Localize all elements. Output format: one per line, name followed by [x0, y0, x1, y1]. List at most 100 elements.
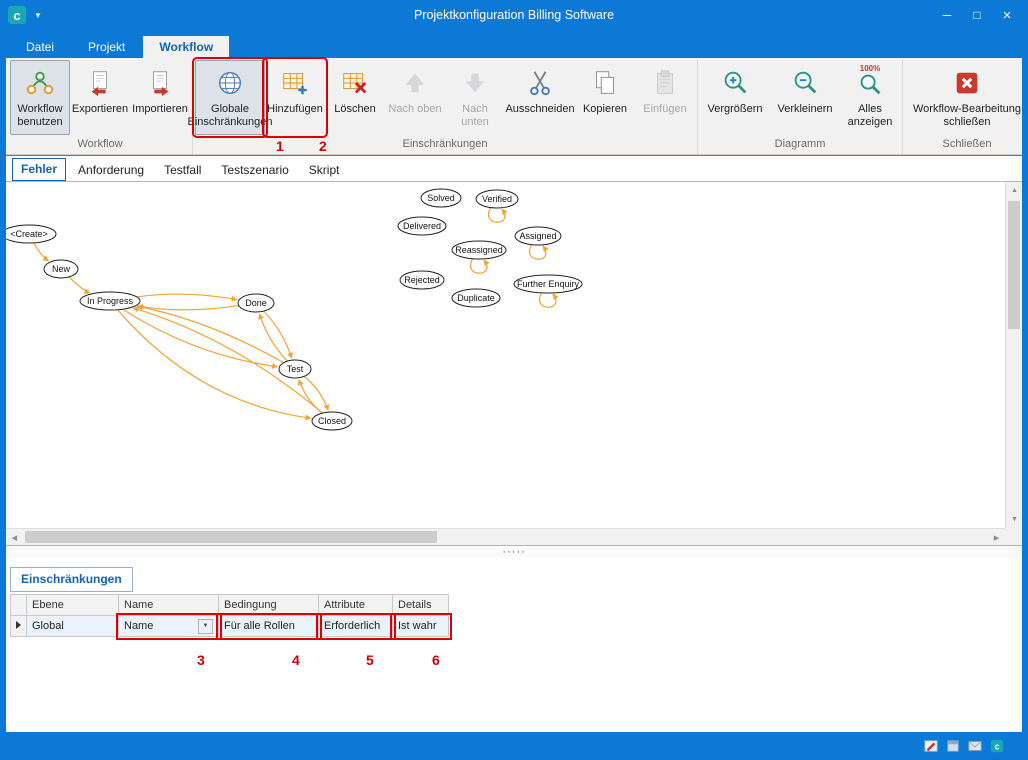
- dropdown-value: Name: [124, 620, 153, 632]
- ribbon-group-label: Einschränkungen: [195, 135, 695, 154]
- diagram-node[interactable]: <Create>: [6, 225, 56, 243]
- button-label: Nach unten: [447, 103, 503, 128]
- zoom-in-button[interactable]: Vergrößern: [700, 60, 770, 135]
- svg-text:Further Enquiry: Further Enquiry: [517, 279, 580, 289]
- chevron-down-icon[interactable]: ▼: [198, 619, 213, 634]
- diagram-node[interactable]: Reassigned: [452, 241, 506, 259]
- splitter-handle[interactable]: ·····: [6, 546, 1022, 558]
- horizontal-scrollbar[interactable]: ◀ ▶: [6, 528, 1005, 545]
- svg-text:Done: Done: [245, 298, 267, 308]
- button-label: Einfügen: [643, 103, 686, 116]
- cell-name-dropdown[interactable]: Name ▼: [119, 616, 219, 637]
- workflow-use-icon: [25, 65, 55, 101]
- diagram-node[interactable]: Verified: [476, 190, 518, 208]
- import-icon: [145, 65, 175, 101]
- workflow-diagram-area: <Create> NewIn Progress Done Test Closed Solv…: [6, 181, 1022, 546]
- button-label: Löschen: [334, 103, 376, 116]
- copy-button[interactable]: Kopieren: [575, 60, 635, 135]
- button-label: Nach oben: [388, 103, 441, 116]
- button-label: Vergrößern: [707, 103, 762, 116]
- diagram-node[interactable]: Solved: [421, 189, 461, 207]
- copy-icon: [590, 65, 620, 101]
- scroll-left-icon[interactable]: ◀: [6, 529, 23, 546]
- svg-text:Duplicate: Duplicate: [457, 293, 495, 303]
- row-selector[interactable]: [11, 616, 27, 637]
- document-tab-strip: Fehler Anforderung Testfall Testszenario…: [6, 155, 1022, 181]
- button-label: Globale Einschränkungen: [188, 103, 273, 128]
- annotation-4: 4: [292, 652, 300, 668]
- maximize-button[interactable]: □: [962, 3, 992, 27]
- ribbon: Workflow benutzen Exportieren Importiere…: [6, 58, 1022, 155]
- diagram-node[interactable]: Further Enquiry: [514, 275, 582, 293]
- diagram-node[interactable]: Done: [238, 294, 274, 312]
- zoom-all-button[interactable]: 100% Alles anzeigen: [840, 60, 900, 135]
- diagram-node[interactable]: Duplicate: [452, 289, 500, 307]
- minimize-button[interactable]: ─: [932, 3, 962, 27]
- zoom-out-button[interactable]: Verkleinern: [770, 60, 840, 135]
- horizontal-scroll-thumb[interactable]: [25, 531, 437, 543]
- doctab-testfall[interactable]: Testfall: [156, 160, 209, 181]
- cell-attribute[interactable]: Erforderlich: [319, 616, 393, 637]
- tab-workflow[interactable]: Workflow: [143, 36, 229, 58]
- diagram-node[interactable]: New: [44, 260, 78, 278]
- table-add-icon: [280, 65, 310, 101]
- import-button[interactable]: Importieren: [130, 60, 190, 135]
- doctab-anforderung[interactable]: Anforderung: [70, 160, 152, 181]
- ribbon-group-label: Diagramm: [700, 135, 900, 154]
- zoom-out-icon: [790, 65, 820, 101]
- diagram-node[interactable]: Assigned: [515, 227, 561, 245]
- app-icon[interactable]: c: [8, 6, 26, 24]
- diagram-node[interactable]: Rejected: [400, 271, 444, 289]
- scroll-up-icon[interactable]: ▲: [1006, 182, 1023, 199]
- add-constraint-button[interactable]: Hinzufügen: [265, 60, 325, 135]
- doctab-testszenario[interactable]: Testszenario: [213, 160, 296, 181]
- ribbon-group-workflow: Workflow benutzen Exportieren Importiere…: [8, 60, 193, 154]
- ribbon-group-einschraenkungen: Globale Einschränkungen Hinzufügen Lösch…: [193, 60, 698, 154]
- status-message-icon[interactable]: [967, 739, 982, 754]
- export-button[interactable]: Exportieren: [70, 60, 130, 135]
- delete-constraint-button[interactable]: Löschen: [325, 60, 385, 135]
- button-label: Verkleinern: [777, 103, 832, 116]
- vertical-scrollbar[interactable]: ▲ ▼: [1005, 182, 1022, 528]
- cell-bedingung[interactable]: Für alle Rollen: [219, 616, 319, 637]
- workflow-diagram-canvas[interactable]: <Create> NewIn Progress Done Test Closed Solv…: [6, 182, 1005, 528]
- scroll-down-icon[interactable]: ▼: [1006, 511, 1023, 528]
- title-bar: Projektkonfiguration Billing Software c …: [6, 0, 1022, 30]
- workflow-diagram[interactable]: <Create> NewIn Progress Done Test Closed Solv…: [6, 182, 1005, 528]
- scroll-right-icon[interactable]: ▶: [988, 529, 1005, 546]
- diagram-node[interactable]: Closed: [312, 412, 352, 430]
- quick-access-chevron-icon[interactable]: ▼: [34, 11, 42, 20]
- cell-details[interactable]: Ist wahr: [393, 616, 449, 637]
- cut-button[interactable]: Ausschneiden: [505, 60, 575, 135]
- table-header-row: Ebene Name Bedingung Attribute Details: [11, 595, 449, 616]
- status-design-icon[interactable]: [923, 739, 938, 754]
- diagram-node[interactable]: Test: [279, 360, 311, 378]
- button-label: Exportieren: [72, 103, 128, 116]
- status-bar: c: [6, 732, 1022, 760]
- status-window-icon[interactable]: [945, 739, 960, 754]
- button-label: Ausschneiden: [505, 103, 574, 116]
- constraints-panel: Einschränkungen Ebene Name Bedingung Att…: [6, 558, 1022, 732]
- button-label: Hinzufügen: [267, 103, 323, 116]
- annotation-2: 2: [319, 138, 327, 154]
- diagram-node[interactable]: Delivered: [398, 217, 446, 235]
- close-button[interactable]: ×: [992, 3, 1022, 27]
- tab-datei[interactable]: Datei: [10, 36, 70, 58]
- vertical-scroll-thumb[interactable]: [1008, 201, 1020, 329]
- col-header-ebene: Ebene: [27, 595, 119, 616]
- svg-text:Delivered: Delivered: [403, 221, 441, 231]
- button-label: Importieren: [132, 103, 188, 116]
- app-window: Projektkonfiguration Billing Software c …: [0, 0, 1028, 760]
- global-constraints-button[interactable]: Globale Einschränkungen: [195, 60, 265, 135]
- doctab-skript[interactable]: Skript: [301, 160, 348, 181]
- close-workflow-editing-button[interactable]: Workflow-Bearbeitung schließen: [905, 60, 1028, 135]
- tab-einschraenkungen[interactable]: Einschränkungen: [10, 567, 133, 592]
- status-app-logo-icon[interactable]: c: [989, 739, 1004, 754]
- svg-text:Closed: Closed: [318, 416, 346, 426]
- diagram-node[interactable]: In Progress: [80, 292, 140, 310]
- doctab-fehler[interactable]: Fehler: [12, 158, 66, 181]
- cell-ebene[interactable]: Global: [27, 616, 119, 637]
- workflow-use-button[interactable]: Workflow benutzen: [10, 60, 70, 135]
- button-label: Workflow-Bearbeitung schließen: [907, 103, 1027, 128]
- tab-projekt[interactable]: Projekt: [72, 36, 141, 58]
